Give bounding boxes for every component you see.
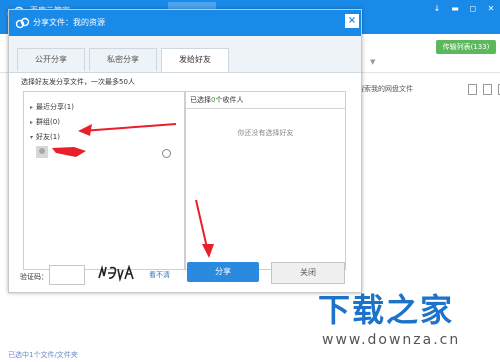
caret-down-icon: ▾ <box>30 134 34 141</box>
redaction-mark <box>52 147 86 157</box>
selected-recipients-panel: 已选择0个收件人 你还没有选择好友 <box>185 91 346 270</box>
dialog-title: 分享文件：我的资源 <box>33 18 105 27</box>
tab-private-share[interactable]: 私密分享 <box>89 48 157 71</box>
tree-item-groups[interactable]: ▸ 群组(0) <box>30 117 60 127</box>
tree-item-friends[interactable]: ▾ 好友(1) <box>30 132 60 142</box>
transfer-list-button[interactable]: 传输列表(133) <box>436 40 496 54</box>
dialog-close-icon[interactable]: × <box>345 14 359 28</box>
window-controls: ↓ ▬ ◻ ✕ <box>428 2 500 16</box>
tree-item-label: 最近分享(1) <box>36 103 74 111</box>
captcha-image <box>98 264 134 282</box>
empty-state-text: 你还没有选择好友 <box>237 129 294 137</box>
contacts-panel: ▸ 最近分享(1) ▸ 群组(0) ▾ 好友(1) <box>23 91 185 270</box>
view-mode-icon[interactable] <box>468 84 477 95</box>
view-icons <box>468 84 500 95</box>
tab-public-share[interactable]: 公开分享 <box>17 48 85 71</box>
download-icon[interactable]: ↓ <box>428 2 446 16</box>
captcha-input[interactable] <box>49 265 85 285</box>
tree-item-recent[interactable]: ▸ 最近分享(1) <box>30 102 74 112</box>
selected-header: 已选择0个收件人 <box>186 92 345 109</box>
selected-label: 已选择 <box>190 96 211 104</box>
grid-icon[interactable] <box>483 84 492 95</box>
share-button[interactable]: 分享 <box>187 262 259 282</box>
dialog-tabs: 公开分享 私密分享 发给好友 <box>9 36 361 73</box>
tree-item-label: 群组(0) <box>36 118 60 126</box>
minimize-icon[interactable]: ▬ <box>446 2 464 16</box>
avatar[interactable] <box>36 146 48 158</box>
watermark-url: www.downza.cn <box>322 332 461 348</box>
cloud-logo-icon <box>15 17 30 29</box>
caret-right-icon: ▸ <box>30 104 34 111</box>
close-button[interactable]: 关闭 <box>271 262 345 284</box>
tree-item-label: 好友(1) <box>36 133 60 141</box>
captcha-label: 验证码： <box>20 273 48 281</box>
search-input[interactable]: 搜索我的网盘文件 <box>357 82 457 96</box>
status-bar: 已选中1个文件/文件夹 <box>8 351 78 359</box>
dialog-titlebar: 分享文件：我的资源 × <box>9 10 361 36</box>
friend-select-radio[interactable] <box>162 149 171 158</box>
maximize-icon[interactable]: ◻ <box>464 2 482 16</box>
captcha-refresh-link[interactable]: 看不清 <box>149 270 170 280</box>
dialog-hint: 选择好友发分享文件，一次最多50人 <box>21 78 135 86</box>
tab-send-to-friends[interactable]: 发给好友 <box>161 48 229 72</box>
selected-label-suffix: 个收件人 <box>215 96 244 104</box>
share-dialog: 分享文件：我的资源 × 公开分享 私密分享 发给好友 选择好友发分享文件，一次最… <box>8 9 362 293</box>
chevron-down-icon[interactable]: ▼ <box>370 58 375 66</box>
caret-right-icon: ▸ <box>30 119 34 126</box>
close-icon[interactable]: ✕ <box>482 2 500 16</box>
